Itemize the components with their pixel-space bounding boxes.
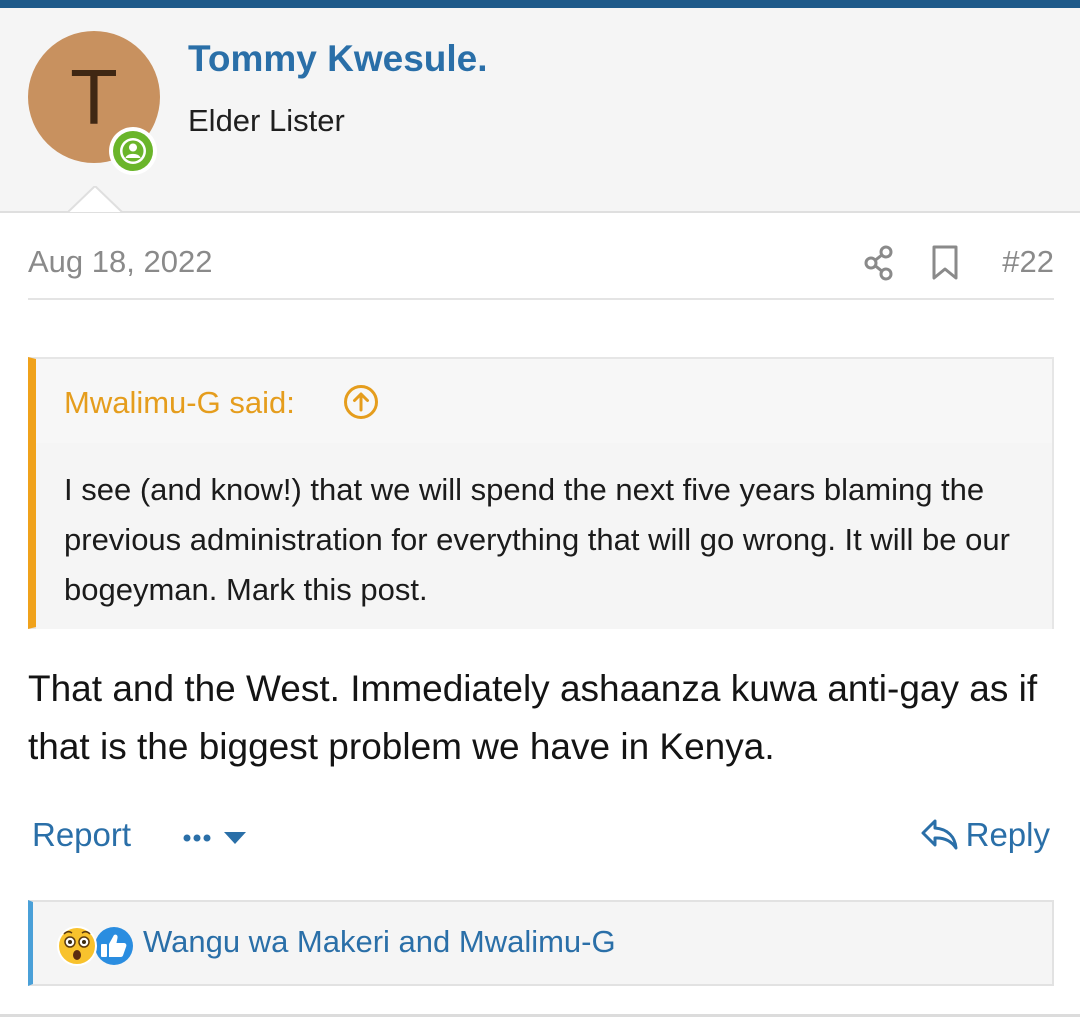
quote-text: I see (and know!) that we will spend the…: [64, 472, 1010, 607]
thumbs-up-icon: [95, 927, 133, 965]
post-date[interactable]: Aug 18, 2022: [28, 244, 212, 280]
user-title: Elder Lister: [188, 103, 345, 138]
quote-body: I see (and know!) that we will spend the…: [36, 443, 1052, 629]
share-icon[interactable]: [862, 244, 896, 287]
reply-label: Reply: [965, 816, 1050, 853]
reply-icon: [921, 819, 958, 850]
online-status-icon: [109, 127, 157, 175]
more-options-icon[interactable]: [182, 824, 252, 852]
quote-block: Mwalimu-G said: I see (and know!) that w…: [28, 357, 1054, 629]
astonished-emoji-icon: [57, 926, 97, 966]
quote-header: Mwalimu-G said:: [36, 359, 1052, 443]
username-link[interactable]: Tommy Kwesule.: [188, 38, 488, 80]
divider: [0, 1014, 1080, 1017]
post-user-header: T Tommy Kwesule. Elder Lister: [0, 8, 1080, 213]
reaction-users-link[interactable]: Wangu wa Makeri and Mwalimu-G: [143, 924, 616, 960]
top-bar: [0, 0, 1080, 8]
reaction-icons: [55, 924, 145, 968]
reply-button[interactable]: Reply: [920, 816, 1050, 854]
jump-to-quote-icon[interactable]: [342, 383, 380, 426]
post-body: That and the West. Immediately ashaanza …: [28, 668, 1038, 767]
post-number-link[interactable]: #22: [1002, 244, 1054, 280]
quote-author-link[interactable]: Mwalimu-G said:: [64, 385, 295, 421]
post-meta-bar: Aug 18, 2022 #22: [28, 240, 1054, 300]
bookmark-icon[interactable]: [930, 244, 960, 287]
reactions-bar[interactable]: Wangu wa Makeri and Mwalimu-G: [28, 900, 1054, 986]
report-link[interactable]: Report: [32, 816, 131, 854]
